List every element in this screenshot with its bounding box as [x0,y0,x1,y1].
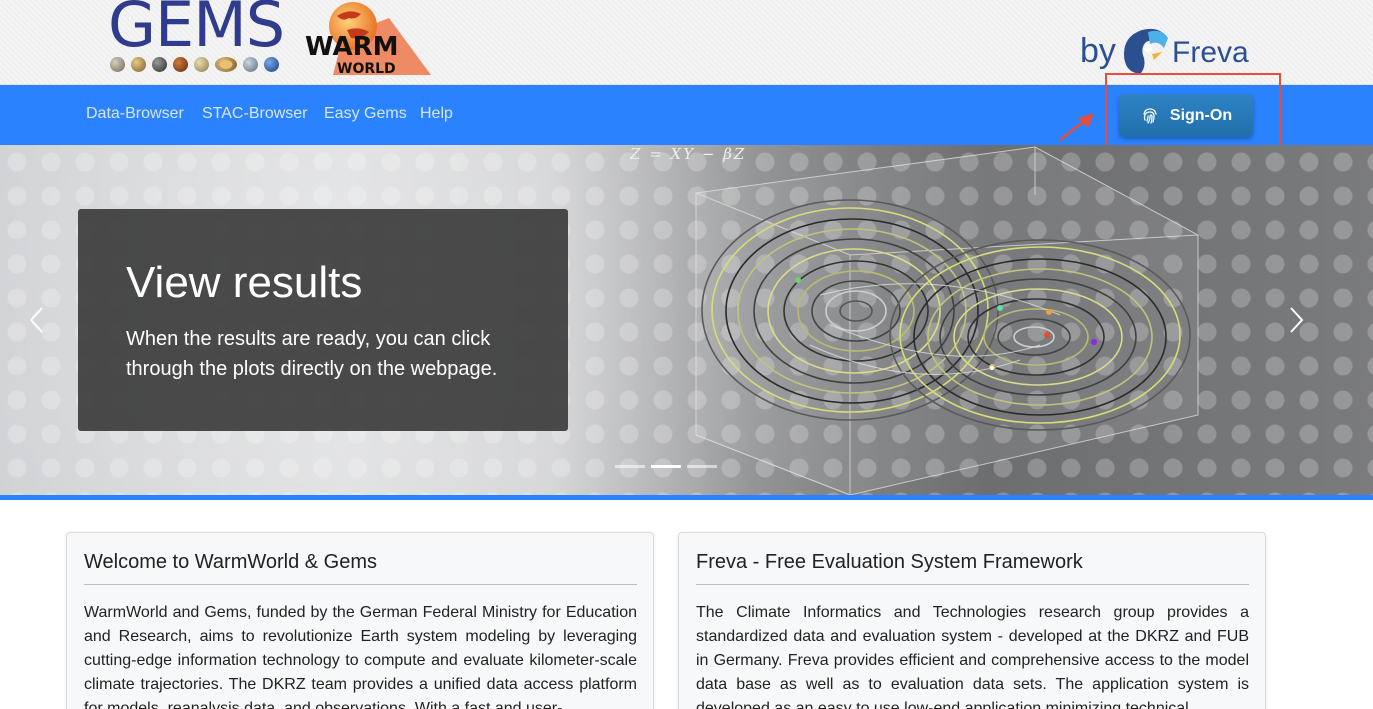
freva-name-text: Freva [1172,36,1249,69]
freva-card-body: The Climate Informatics and Technologies… [696,604,1249,709]
lorenz-attractor-image [695,146,1199,495]
carousel-next-button[interactable] [1287,305,1307,335]
warmworld-line2: WORLD [337,61,396,77]
carousel-bottom-border [0,495,1373,500]
warmworld-logo[interactable]: WARM WORLD [303,0,433,78]
carousel-caption: View results When the results are ready,… [78,209,568,431]
nav-help[interactable]: Help [420,105,453,123]
warmworld-logo-graphic: WARM WORLD [305,2,431,77]
chevron-left-icon [29,307,43,333]
site-header: GEMS WARM WORLD by Freva [0,0,1373,85]
planets-row [110,57,279,72]
carousel-indicator-3[interactable] [687,465,717,468]
carousel-caption-title: View results [126,258,363,307]
chevron-right-icon [1290,307,1304,333]
sign-on-label: Sign-On [1169,106,1233,124]
gems-logo[interactable]: GEMS [108,0,298,78]
card-divider [696,584,1249,585]
welcome-card-title: Welcome to WarmWorld & Gems [84,551,378,573]
warmworld-line1: WARM [305,32,399,62]
sign-on-button[interactable]: Sign-On [1119,94,1253,137]
welcome-card: Welcome to WarmWorld & Gems WarmWorld an… [66,532,654,709]
carousel-caption-text: When the results are ready, you can clic… [126,328,498,380]
freva-bird-icon [1124,28,1168,74]
freva-card-title: Freva - Free Evaluation System Framework [696,551,1083,573]
carousel-prev-button[interactable] [26,305,46,335]
equation-label: Z = XY − βZ [630,145,747,163]
gems-logo-text: GEMS [108,0,285,61]
welcome-card-body: WarmWorld and Gems, funded by the German… [84,604,637,709]
nav-data-browser[interactable]: Data-Browser [86,105,184,123]
carousel-indicators [615,465,717,468]
nav-stac-browser[interactable]: STAC-Browser [202,105,308,123]
nav-easy-gems[interactable]: Easy Gems [324,105,407,123]
freva-by-text: by [1080,32,1116,70]
freva-card: Freva - Free Evaluation System Framework… [678,532,1266,709]
carousel-indicator-1[interactable] [615,465,645,468]
fingerprint-icon [1143,107,1157,124]
card-divider [84,584,637,585]
hero-carousel: Z = XY − βZ View results When the result… [0,145,1373,495]
main-navbar: Data-Browser STAC-Browser Easy Gems Help… [0,85,1373,145]
carousel-indicator-2[interactable] [651,465,681,468]
freva-logo[interactable]: by Freva [1080,24,1260,76]
